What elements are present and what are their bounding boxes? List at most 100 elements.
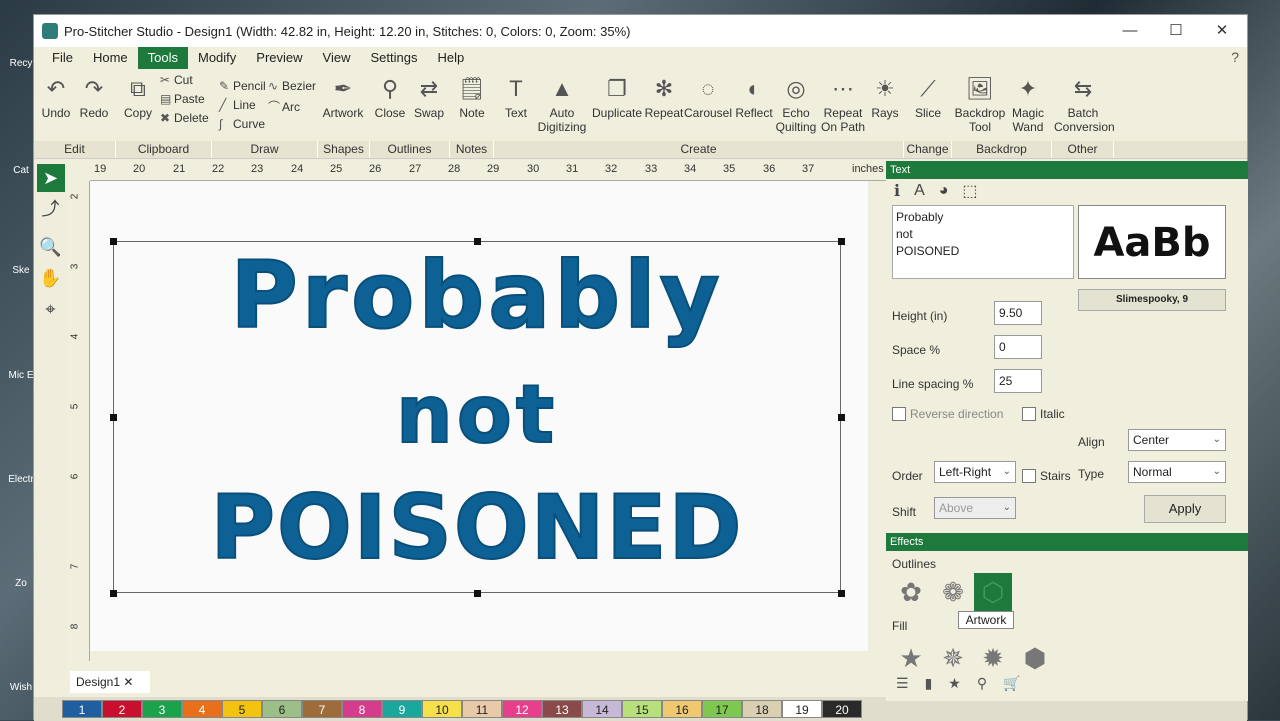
- resize-handle[interactable]: [110, 238, 117, 245]
- color-swatch[interactable]: 12: [502, 700, 542, 718]
- resize-handle[interactable]: [110, 590, 117, 597]
- type-select[interactable]: Normal ⌄: [1128, 461, 1226, 483]
- desktop-icon-wish[interactable]: Wish: [8, 682, 34, 693]
- resize-handle[interactable]: [110, 414, 117, 421]
- line-spacing-field[interactable]: 25: [994, 369, 1042, 393]
- order-select[interactable]: Left-Right ⌄: [934, 461, 1016, 483]
- copy-button[interactable]: ⧉ Copy: [120, 75, 156, 120]
- menu-settings[interactable]: Settings: [361, 47, 428, 69]
- font-name-button[interactable]: Slimespooky, 9: [1078, 289, 1226, 311]
- backdrop-tool-button[interactable]: 🖼 Backdrop Tool: [954, 75, 1006, 134]
- color-swatch[interactable]: 15: [622, 700, 662, 718]
- artwork-outline-icon[interactable]: ⬡: [974, 573, 1012, 611]
- color-swatch[interactable]: 18: [742, 700, 782, 718]
- color-swatch[interactable]: 5: [222, 700, 262, 718]
- repeat-on-path-button[interactable]: ⋯ Repeat On Path: [818, 75, 868, 134]
- zoom-icon[interactable]: 🔍: [37, 233, 65, 261]
- pencil-button[interactable]: ✎ Pencil: [219, 79, 266, 93]
- artwork-button[interactable]: ✒ Artwork: [318, 75, 368, 120]
- document-tab[interactable]: Design1 ✕: [70, 671, 150, 693]
- carousel-button[interactable]: ◌ Carousel: [684, 75, 732, 120]
- design-text-line-3[interactable]: POISONED: [114, 468, 840, 588]
- reflect-button[interactable]: ◐ Reflect: [734, 75, 774, 120]
- horizontal-scrollbar[interactable]: [90, 651, 868, 669]
- select-arrow-icon[interactable]: ➤: [36, 164, 65, 192]
- resize-handle[interactable]: [838, 414, 845, 421]
- cart-icon[interactable]: 🛒: [1003, 675, 1020, 692]
- flower-outline-icon[interactable]: ✿: [892, 573, 930, 611]
- magic-wand-button[interactable]: ✦ Magic Wand: [1006, 75, 1050, 134]
- menu-view[interactable]: View: [313, 47, 361, 69]
- color-swatch[interactable]: 2: [102, 700, 142, 718]
- design-canvas[interactable]: Probably not POISONED: [90, 181, 868, 651]
- frame-icon[interactable]: ⬚: [962, 181, 977, 201]
- color-swatch[interactable]: 17: [702, 700, 742, 718]
- color-swatch[interactable]: 8: [342, 700, 382, 718]
- close-tab-icon[interactable]: ✕: [123, 675, 133, 689]
- resize-handle[interactable]: [474, 238, 481, 245]
- info-icon[interactable]: ℹ: [894, 181, 900, 201]
- help-icon[interactable]: ?: [1231, 49, 1239, 65]
- menu-modify[interactable]: Modify: [188, 47, 246, 69]
- list-icon[interactable]: ☰: [896, 675, 909, 692]
- align-select[interactable]: Center ⌄: [1128, 429, 1226, 451]
- desktop-icon-recycle[interactable]: Recy: [8, 58, 34, 69]
- shapes-icon[interactable]: ◕: [939, 182, 949, 200]
- paste-button[interactable]: ▤ Paste: [160, 92, 205, 106]
- delete-button[interactable]: ✖ Delete: [160, 111, 209, 125]
- color-swatch[interactable]: 6: [262, 700, 302, 718]
- design-text-line-2[interactable]: not: [114, 360, 840, 470]
- undo-button[interactable]: ↶ Undo: [38, 75, 74, 120]
- pan-hand-icon[interactable]: ✋: [37, 264, 65, 292]
- color-swatch[interactable]: 3: [142, 700, 182, 718]
- desktop-icon-electr[interactable]: Electr: [8, 474, 34, 485]
- duplicate-button[interactable]: ❐ Duplicate: [592, 75, 642, 120]
- desktop-icon-ske[interactable]: Ske: [8, 265, 34, 276]
- apply-button[interactable]: Apply: [1144, 495, 1226, 523]
- pin-icon[interactable]: ⚲: [977, 675, 987, 692]
- desktop-icon-zo[interactable]: Zo: [8, 578, 34, 589]
- desktop-icon-cat[interactable]: Cat: [8, 165, 34, 176]
- menu-preview[interactable]: Preview: [246, 47, 312, 69]
- repeat-button[interactable]: ✻ Repeat: [644, 75, 684, 120]
- color-swatch[interactable]: 13: [542, 700, 582, 718]
- echo-quilting-button[interactable]: ◎ Echo Quilting: [774, 75, 818, 134]
- menu-home[interactable]: Home: [83, 47, 138, 69]
- color-swatch[interactable]: 7: [302, 700, 342, 718]
- bezier-button[interactable]: ∿ Bezier: [268, 79, 316, 93]
- space-field[interactable]: 0: [994, 335, 1042, 359]
- node-edit-icon[interactable]: ⤴: [37, 195, 65, 223]
- auto-digitizing-button[interactable]: ▲ Auto Digitizing: [534, 75, 590, 134]
- menu-file[interactable]: File: [42, 47, 83, 69]
- batch-conversion-button[interactable]: ⇆ Batch Conversion: [1054, 75, 1115, 134]
- color-swatch[interactable]: 11: [462, 700, 502, 718]
- redo-button[interactable]: ↷ Redo: [76, 75, 112, 120]
- resize-handle[interactable]: [838, 590, 845, 597]
- text-button[interactable]: T Text: [498, 75, 534, 120]
- font-preview[interactable]: AaBb: [1078, 205, 1226, 279]
- desktop-icon-mic[interactable]: Mic E: [8, 370, 34, 381]
- resize-handle[interactable]: [474, 590, 481, 597]
- stairs-checkbox[interactable]: [1022, 469, 1036, 483]
- font-icon[interactable]: A: [914, 182, 925, 200]
- color-swatch[interactable]: 9: [382, 700, 422, 718]
- italic-checkbox[interactable]: [1022, 407, 1036, 421]
- color-swatch[interactable]: 14: [582, 700, 622, 718]
- selection-box[interactable]: Probably not POISONED: [110, 238, 845, 597]
- shift-select[interactable]: Above ⌄: [934, 497, 1016, 519]
- menu-help[interactable]: Help: [427, 47, 474, 69]
- wavy-outline-icon[interactable]: ❁: [934, 573, 972, 611]
- measure-icon[interactable]: ⌖: [37, 295, 65, 323]
- color-swatch[interactable]: 20: [822, 700, 862, 718]
- color-swatch[interactable]: 16: [662, 700, 702, 718]
- color-swatch[interactable]: 1: [62, 700, 102, 718]
- color-swatch[interactable]: 4: [182, 700, 222, 718]
- close-button[interactable]: ✕: [1199, 15, 1245, 47]
- menu-tools[interactable]: Tools: [137, 47, 188, 69]
- line-button[interactable]: ╱ Line: [219, 98, 256, 112]
- vertical-scrollbar[interactable]: [868, 181, 886, 651]
- resize-handle[interactable]: [838, 238, 845, 245]
- height-field[interactable]: 9.50: [994, 301, 1042, 325]
- color-swatch[interactable]: 10: [422, 700, 462, 718]
- star-icon[interactable]: ★: [948, 675, 961, 692]
